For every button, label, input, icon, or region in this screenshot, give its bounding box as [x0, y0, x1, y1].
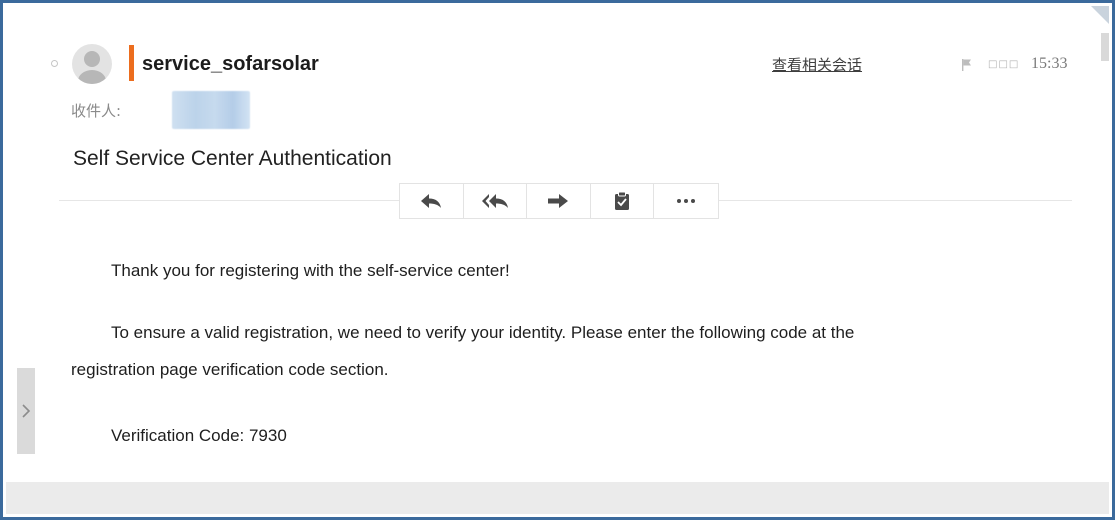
reply-all-icon	[481, 194, 508, 208]
reply-all-button[interactable]	[464, 184, 528, 218]
body-paragraph-verify-line2: registration page verification code sect…	[71, 360, 389, 379]
status-boxes: □□□	[988, 59, 1020, 70]
more-icon	[677, 199, 696, 203]
unread-dot-icon	[51, 60, 58, 67]
clipboard-icon	[615, 191, 630, 210]
received-time: 15:33	[1031, 55, 1068, 72]
avatar[interactable]	[72, 44, 112, 84]
email-subject: Self Service Center Authentication	[73, 147, 392, 170]
more-button[interactable]	[654, 184, 718, 218]
verification-code-line: Verification Code: 7930	[111, 424, 287, 448]
avatar-head-icon	[84, 51, 100, 67]
body-paragraph-verify-line1: To ensure a valid registration, we need …	[111, 323, 855, 342]
email-action-toolbar	[399, 183, 719, 219]
scrollbar[interactable]	[1101, 33, 1109, 61]
expand-sidebar-button[interactable]	[17, 368, 35, 454]
verification-code-label: Verification Code:	[111, 426, 249, 445]
reply-icon	[421, 194, 442, 208]
body-paragraph-thanks: Thank you for registering with the self-…	[111, 261, 510, 280]
verification-code-value[interactable]: 7930	[249, 426, 287, 445]
footer-bar	[6, 482, 1109, 514]
sender-name[interactable]: service_sofarsolar	[142, 52, 319, 76]
view-related-conversation-link[interactable]: 查看相关会话	[772, 55, 862, 75]
clipboard-button[interactable]	[591, 184, 655, 218]
reply-button[interactable]	[400, 184, 464, 218]
forward-icon	[548, 194, 569, 208]
recipient-label: 收件人:	[71, 102, 122, 120]
chevron-right-icon	[22, 404, 31, 418]
sender-accent-bar	[129, 45, 134, 81]
forward-button[interactable]	[527, 184, 591, 218]
recipient-redacted	[172, 91, 250, 129]
email-reader-window: service_sofarsolar 查看相关会话 □□□ 15:33 收件人:…	[0, 0, 1115, 520]
flag-icon[interactable]	[960, 57, 974, 71]
corner-fold	[1091, 6, 1109, 24]
avatar-body-icon	[78, 70, 106, 84]
